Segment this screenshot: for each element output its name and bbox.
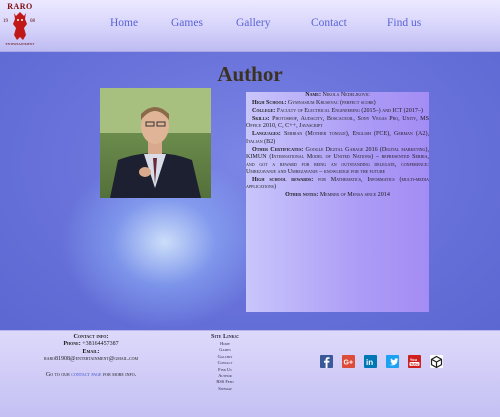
- facebook-icon[interactable]: [320, 355, 333, 368]
- nav-home[interactable]: Home: [110, 17, 138, 29]
- youtube-icon[interactable]: You Tube: [408, 355, 421, 368]
- email-label: Email:: [82, 348, 100, 356]
- site-header: RARO 19 08 ENTERTAINMENT Home Games Gall…: [0, 0, 500, 52]
- info-college: College: Faculty of Electrical Engineeri…: [252, 108, 423, 114]
- info-other-notes: Other notes: Member of Mensa since 2014: [285, 192, 390, 199]
- site-links: Site Links: Home Games Gallery Contact F…: [195, 333, 255, 392]
- nav-games[interactable]: Games: [171, 17, 203, 29]
- info-name: Name: Nikola Nedeljkovic: [305, 92, 370, 98]
- svg-text:in: in: [366, 358, 373, 367]
- info-skills: Skills: Photoshop, Audacity, Boscaceoil,…: [246, 116, 429, 130]
- unity-icon[interactable]: [430, 355, 443, 369]
- page-title: Author: [217, 62, 283, 86]
- nav-contact[interactable]: Contact: [311, 17, 347, 29]
- author-photo: [100, 88, 211, 198]
- contact-title: Contact info:: [73, 333, 109, 340]
- info-languages: Languages: Serbian (Mother tongue), Engl…: [246, 131, 429, 145]
- twitter-icon[interactable]: [386, 355, 399, 368]
- info-high-school: High School: Gymnasium Krusevac (perfect…: [252, 100, 376, 106]
- footer-link-sitemap[interactable]: Sitemap: [195, 386, 255, 392]
- nav-find-us[interactable]: Find us: [387, 17, 421, 29]
- site-footer: Contact info: Phone: +38164457387 Email:…: [0, 330, 500, 417]
- nav-gallery[interactable]: Gallery: [236, 17, 270, 29]
- contact-page-link[interactable]: contact page: [71, 372, 101, 378]
- main-content: Author Name: Nikola Nedeljkovic High Sch…: [0, 52, 500, 330]
- site-links-title: Site Links:: [210, 333, 240, 340]
- svg-text:You: You: [410, 357, 418, 362]
- goto-contact-text: Go to our contact page for more info.: [45, 372, 137, 379]
- linkedin-icon[interactable]: in: [364, 355, 377, 368]
- portrait-illustration: [100, 88, 211, 198]
- logo-subtitle: ENTERTAINMENT: [5, 42, 35, 46]
- main-nav: Home Games Gallery Contact Find us: [0, 17, 500, 35]
- contact-info: Contact info: Phone: +38164457387 Email:…: [28, 333, 154, 380]
- author-info-panel: Name: Nikola Nedeljkovic High School: Gy…: [246, 92, 429, 312]
- google-plus-icon[interactable]: G+: [342, 355, 355, 368]
- email-value[interactable]: raro81908@entertainment@gmail.com: [28, 356, 154, 364]
- info-rewards: High school rewards: for Mathematics, In…: [246, 177, 429, 191]
- svg-text:G+: G+: [344, 360, 354, 367]
- phone-line: Phone: +38164457387: [63, 340, 119, 347]
- info-certificates: Other Certificates: Google Digital Garag…: [246, 146, 429, 176]
- svg-text:Tube: Tube: [410, 362, 418, 366]
